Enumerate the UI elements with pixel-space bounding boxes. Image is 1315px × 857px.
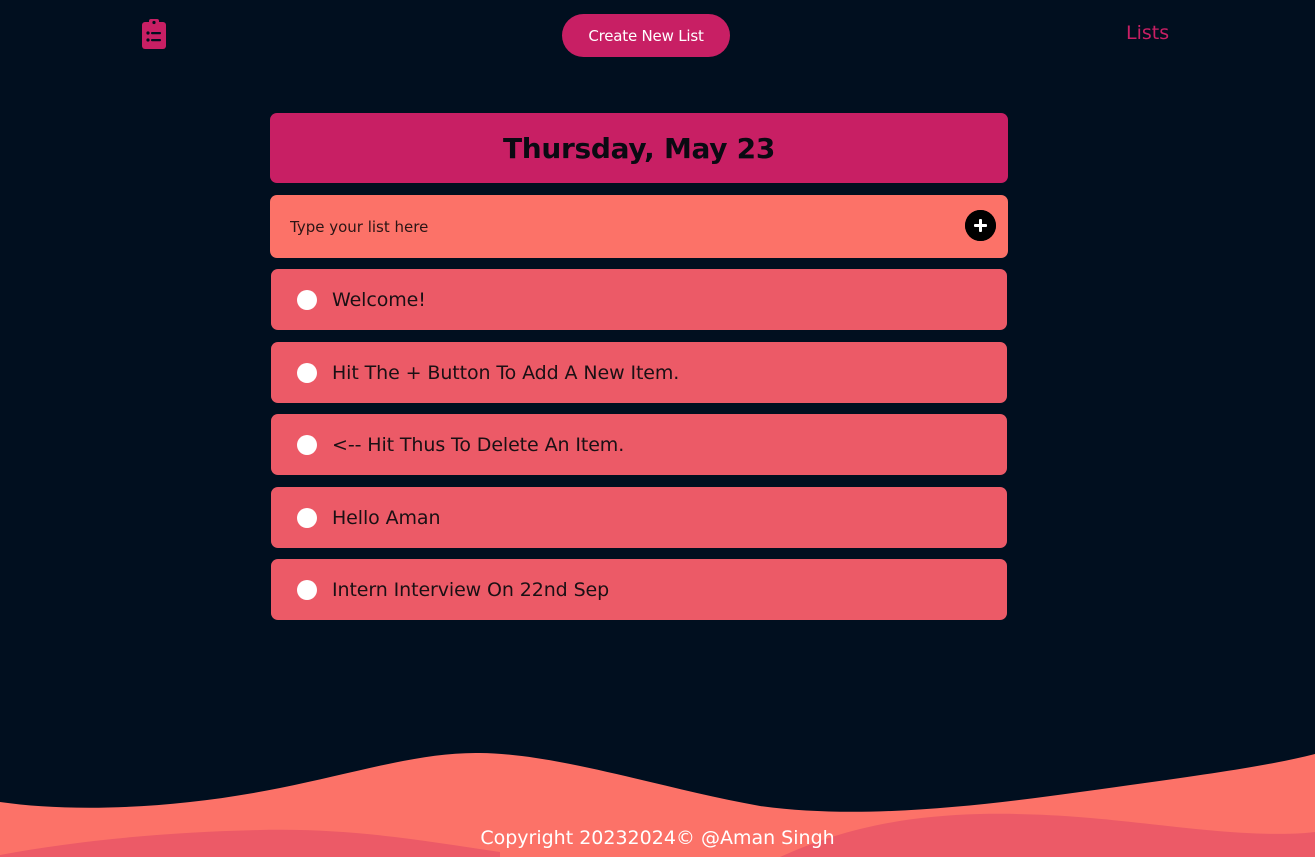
plus-circle-icon	[965, 210, 996, 241]
item-checkbox[interactable]	[297, 434, 317, 455]
list-item: Hit The + Button To Add A New Item.	[271, 342, 1007, 403]
copyright-text: Copyright 20232024© @Aman Singh	[480, 827, 835, 849]
create-new-list-button[interactable]: Create New List	[562, 14, 730, 57]
item-label: Hit The + Button To Add A New Item.	[332, 361, 680, 384]
item-label: Welcome!	[332, 288, 426, 311]
new-item-form	[270, 195, 1008, 258]
item-checkbox[interactable]	[297, 289, 317, 310]
list-item: Intern Interview On 22nd Sep	[271, 559, 1007, 620]
item-label: Hello Aman	[332, 506, 441, 529]
list-item: Hello Aman	[271, 487, 1007, 548]
clipboard-list-icon[interactable]	[141, 18, 167, 50]
item-checkbox[interactable]	[297, 579, 317, 600]
page: Create New List Lists Thursday, May 23 W…	[0, 0, 1315, 857]
item-checkbox[interactable]	[297, 362, 317, 383]
page-title: Thursday, May 23	[502, 131, 776, 165]
nav-lists-link[interactable]: Lists	[1126, 22, 1169, 44]
new-item-input[interactable]	[270, 195, 950, 258]
item-checkbox[interactable]	[297, 507, 317, 528]
item-label: Intern Interview On 22nd Sep	[332, 578, 610, 601]
date-header: Thursday, May 23	[270, 113, 1008, 183]
item-label: <-- Hit Thus To Delete An Item.	[332, 433, 625, 456]
list-item: Welcome!	[271, 269, 1007, 330]
list-item: <-- Hit Thus To Delete An Item.	[271, 414, 1007, 475]
add-item-button[interactable]	[965, 210, 996, 241]
